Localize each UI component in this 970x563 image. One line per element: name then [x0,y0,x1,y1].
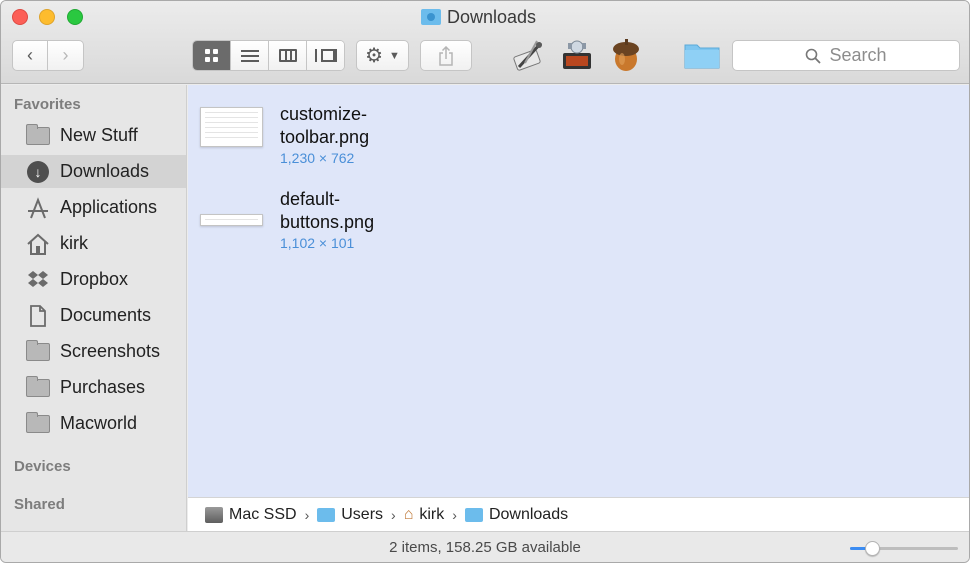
list-view-icon [240,49,259,62]
sidebar-item-new-stuff[interactable]: New Stuff [1,119,186,152]
toolbar: Downloads ‹ › ⚙ ▼ Search [1,1,969,84]
path-separator: › [304,506,310,523]
sidebar-item-label: Downloads [60,161,150,181]
applications-icon [26,196,50,218]
sidebar-item-screenshots[interactable]: Screenshots [1,335,186,368]
file-text: customize- toolbar.png 1,230 × 762 [280,103,369,166]
folder-icon [26,339,50,362]
home-icon [26,233,50,255]
sidebar-item-label: kirk [60,233,88,253]
back-button[interactable]: ‹ [12,40,48,71]
sidebar-heading-devices[interactable]: Devices [14,458,71,475]
script-editor-icon[interactable] [511,37,547,73]
icon-size-slider[interactable] [850,541,958,556]
sidebar-item-kirk[interactable]: kirk [1,227,186,260]
search-field[interactable]: Search [732,40,960,71]
sidebar-item-label: Purchases [60,377,146,397]
finder-window: Downloads ‹ › ⚙ ▼ Search Favorites New S… [0,0,970,563]
forward-button[interactable]: › [48,40,84,71]
path-crumb-mac-ssd[interactable]: Mac SSD [205,506,297,524]
search-icon [806,48,822,64]
dropbox-icon [26,270,50,290]
share-icon [439,45,453,66]
file-name: customize- toolbar.png [280,104,370,147]
path-separator: › [391,506,396,523]
disk-icon [205,506,223,523]
sidebar-item-purchases[interactable]: Purchases [1,371,186,404]
image-thumbnail [200,214,263,226]
folder-icon [26,123,50,146]
chevron-right-icon: › [62,45,69,65]
folder-icon [26,411,50,434]
sidebar-item-applications[interactable]: Applications [1,191,186,224]
downloads-folder-icon [421,9,441,25]
path-crumb-downloads[interactable]: Downloads [464,505,569,524]
icon-view-icon [205,49,218,62]
view-mode-control [192,40,345,71]
sidebar-item-label: New Stuff [60,125,138,145]
path-crumb-users[interactable]: Users [317,506,383,524]
sidebar-item-label: Documents [60,305,152,325]
path-crumb-kirk[interactable]: ⌂ kirk [404,506,445,524]
close-button[interactable] [12,9,28,25]
file-text: default- buttons.png 1,102 × 101 [280,188,374,251]
file-dimensions: 1,102 × 101 [280,235,355,251]
folder-icon [317,507,336,522]
path-bar: Mac SSD › Users › ⌂ kirk › Downloads [188,497,969,531]
sidebar-item-label: Applications [60,197,158,217]
list-view-button[interactable] [231,41,269,70]
acorn-icon[interactable] [608,37,644,73]
slider-knob[interactable] [864,541,880,556]
sidebar-item-documents[interactable]: Documents [1,299,186,332]
column-view-icon [278,49,297,62]
file-dimensions: 1,230 × 762 [280,150,355,166]
sidebar-item-downloads[interactable]: ↓ Downloads [1,155,186,188]
share-button[interactable] [420,40,472,71]
cover-flow-button[interactable] [307,41,344,70]
path-crumb-label: kirk [419,505,445,523]
file-name: default- buttons.png [280,189,375,232]
window-title-text: Downloads [447,6,537,27]
file-item[interactable]: customize- toolbar.png 1,230 × 762 [200,103,369,166]
path-crumb-label: Users [341,505,384,523]
window-title: Downloads [421,7,536,27]
sidebar-heading-favorites: Favorites [14,96,81,113]
path-crumb-label: Downloads [488,505,569,523]
folder-icon [26,375,50,398]
icon-view-button[interactable] [193,41,231,70]
file-browser-area[interactable]: customize- toolbar.png 1,230 × 762 defau… [188,85,969,497]
sidebar-item-label: Macworld [60,413,138,433]
status-bar: 2 items, 158.25 GB available [1,531,969,562]
sidebar-item-label: Screenshots [60,341,161,361]
chevron-left-icon: ‹ [27,45,33,65]
home-icon: ⌂ [403,505,414,523]
path-separator: › [452,506,457,523]
folder-icon[interactable] [684,41,720,69]
zoom-button[interactable] [67,9,83,25]
action-menu-button[interactable]: ⚙ ▼ [356,40,409,71]
image-thumbnail [200,107,263,147]
status-text: 2 items, 158.25 GB available [389,539,581,556]
gear-icon: ⚙ [365,44,384,67]
path-crumb-label: Mac SSD [229,505,297,523]
chevron-down-icon: ▼ [389,49,400,62]
search-placeholder: Search [829,45,887,65]
sidebar-item-label: Dropbox [60,269,129,289]
sidebar-item-macworld[interactable]: Macworld [1,407,186,440]
file-item[interactable]: default- buttons.png 1,102 × 101 [200,188,374,251]
sidebar: Favorites New Stuff ↓ Downloads Applicat… [1,85,187,531]
minimize-button[interactable] [39,9,55,25]
column-view-button[interactable] [269,41,307,70]
automator-icon[interactable] [559,37,595,73]
sidebar-item-dropbox[interactable]: Dropbox [1,263,186,296]
downloads-folder-icon [464,507,483,522]
download-icon: ↓ [26,160,50,183]
sidebar-heading-shared[interactable]: Shared [14,496,65,513]
documents-icon [26,304,50,327]
cover-flow-icon [314,49,337,62]
